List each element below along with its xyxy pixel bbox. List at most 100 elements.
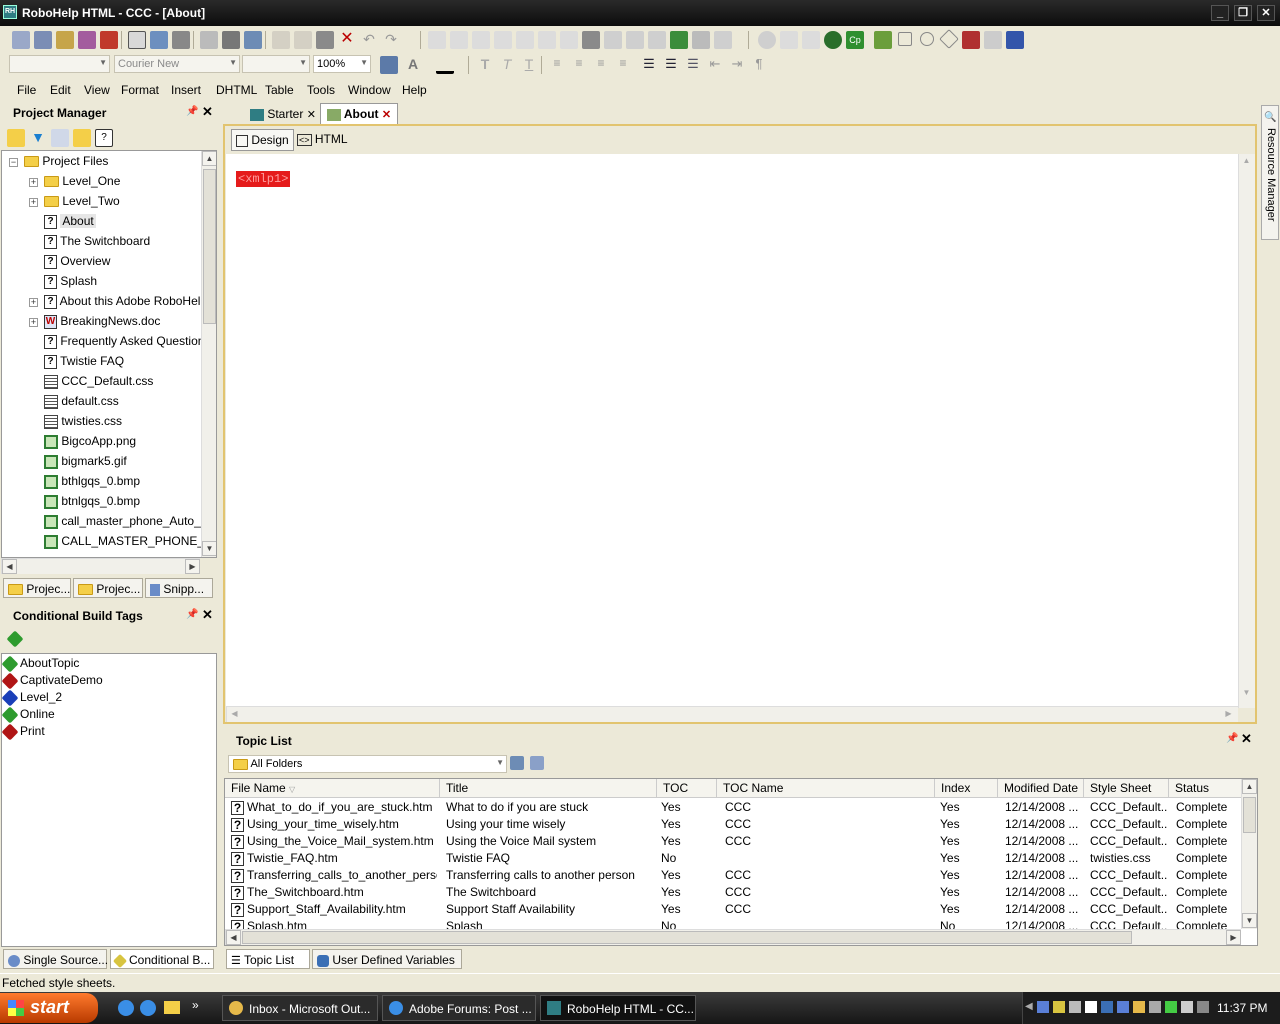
open-folder-icon[interactable] — [7, 129, 25, 147]
expand-icon[interactable]: + — [29, 198, 38, 207]
tree-item[interactable]: CALL_MASTER_PHONE_h... — [44, 532, 202, 552]
menu-window[interactable]: Window — [348, 83, 391, 97]
editor-horizontal-scrollbar[interactable]: ◀ ▶ — [226, 706, 1238, 722]
tray-monitor-icon[interactable] — [1181, 1001, 1193, 1013]
tree-item[interactable]: ? Overview — [44, 252, 110, 272]
html-view-tab[interactable]: <> HTML — [293, 129, 352, 151]
menu-format[interactable]: Format — [121, 83, 159, 97]
tree-item[interactable]: default.css — [44, 392, 119, 412]
tree-vertical-scrollbar[interactable]: ▲ ▼ — [201, 151, 216, 557]
new-folder-icon[interactable] — [450, 31, 468, 49]
tree-item[interactable]: ? Splash — [44, 272, 97, 292]
menu-file[interactable]: File — [17, 83, 36, 97]
browser-icon[interactable] — [140, 1000, 156, 1016]
polygon-tool-icon[interactable] — [939, 29, 959, 49]
compile-icon[interactable] — [56, 31, 74, 49]
italic-icon[interactable]: T — [498, 56, 516, 74]
table-row[interactable]: ? Using_your_time_wisely.htm Using your … — [225, 817, 1241, 834]
table-row[interactable]: ? What_to_do_if_you_are_stuck.htm What t… — [225, 800, 1241, 817]
ie-icon[interactable] — [118, 1000, 134, 1016]
tree-item[interactable]: ? About this Adobe RoboHelp — [44, 292, 207, 312]
increase-indent-icon[interactable]: ⇥ — [728, 56, 746, 74]
column-header-toc[interactable]: TOC — [657, 779, 717, 797]
properties-icon[interactable] — [244, 31, 262, 49]
link-icon[interactable] — [472, 31, 490, 49]
task-outlook[interactable]: Inbox - Microsoft Out... — [222, 995, 378, 1021]
tab-single-source[interactable]: Single Source... — [3, 949, 108, 969]
scroll-thumb[interactable] — [203, 169, 216, 324]
scroll-right-icon[interactable]: ▶ — [1221, 707, 1236, 722]
hotspot-icon[interactable] — [962, 31, 980, 49]
grid-icon[interactable] — [626, 31, 644, 49]
scroll-down-icon[interactable]: ▼ — [202, 541, 216, 556]
column-header-style-sheet[interactable]: Style Sheet — [1084, 779, 1169, 797]
tab-topic-list[interactable]: ☰ Topic List — [226, 949, 310, 969]
xml-tag-marker[interactable]: <xmlp1> — [236, 171, 291, 187]
robohelp-app-icon[interactable]: RH — [3, 5, 17, 19]
style-icon[interactable] — [380, 56, 398, 74]
column-header-index[interactable]: Index — [935, 779, 998, 797]
tree-horizontal-scrollbar[interactable]: ◀ ▶ — [1, 558, 200, 574]
circle-tool-icon[interactable] — [920, 32, 934, 46]
find-icon[interactable] — [222, 31, 240, 49]
delete-icon[interactable]: ✕ — [338, 31, 356, 49]
rectangle-tool-icon[interactable] — [898, 32, 912, 46]
spell-check-icon[interactable] — [150, 31, 168, 49]
expand-icon[interactable]: + — [29, 298, 38, 307]
new-folder-icon[interactable] — [73, 129, 91, 147]
menu-edit[interactable]: Edit — [50, 83, 71, 97]
font-color-icon[interactable]: A — [404, 56, 422, 74]
sort-icon[interactable] — [51, 129, 69, 147]
topic-list-vertical-scrollbar[interactable]: ▲ ▼ — [1241, 779, 1257, 929]
tree-item[interactable]: BigcoApp.png — [44, 432, 136, 452]
menu-view[interactable]: View — [84, 83, 110, 97]
new-topic-icon[interactable] — [428, 31, 446, 49]
bulleted-list-icon[interactable]: ☰ — [662, 56, 680, 74]
table-row[interactable]: ? Transferring_calls_to_another_person..… — [225, 868, 1241, 885]
scroll-up-icon[interactable]: ▲ — [1239, 154, 1254, 169]
tree-item[interactable]: Level_Two — [44, 192, 120, 212]
tray-usb-icon[interactable] — [1069, 1001, 1081, 1013]
scroll-down-icon[interactable]: ▼ — [1239, 686, 1254, 701]
quicklaunch-more-icon[interactable]: » — [192, 998, 199, 1012]
topic-filter-icon[interactable] — [530, 756, 544, 770]
close-panel-icon[interactable]: ✕ — [202, 607, 213, 623]
undo-icon[interactable]: ↶ — [360, 31, 378, 49]
design-canvas[interactable]: <xmlp1> — [226, 154, 1238, 708]
tree-item[interactable]: ? The Switchboard — [44, 232, 150, 252]
tag-item[interactable]: Online — [1, 706, 55, 724]
align-left-icon[interactable]: ≡ — [548, 56, 566, 74]
multimedia-icon[interactable] — [758, 31, 776, 49]
menu-dhtml[interactable]: DHTML — [216, 83, 257, 97]
format-painter-icon[interactable] — [200, 31, 218, 49]
scroll-down-icon[interactable]: ▼ — [1242, 913, 1257, 928]
font-select[interactable]: Courier New ▼ — [114, 55, 240, 73]
save-icon[interactable] — [12, 31, 30, 49]
numbered-list-icon[interactable]: ☰ — [640, 56, 658, 74]
scroll-up-icon[interactable]: ▲ — [202, 151, 216, 166]
start-button[interactable]: start — [0, 993, 98, 1023]
align-right-icon[interactable]: ≡ — [592, 56, 610, 74]
menu-table[interactable]: Table — [265, 83, 294, 97]
task-robohelp[interactable]: RoboHelp HTML - CC... — [540, 995, 696, 1021]
save-all-icon[interactable] — [34, 31, 52, 49]
tools-icon[interactable] — [582, 31, 600, 49]
properties-icon[interactable] — [510, 756, 524, 770]
collapse-icon[interactable]: − — [9, 158, 18, 167]
tray-volume-icon[interactable] — [1197, 1001, 1209, 1013]
tray-pen-icon[interactable] — [1149, 1001, 1161, 1013]
expand-icon[interactable]: + — [29, 318, 38, 327]
scroll-right-icon[interactable]: ▶ — [185, 559, 200, 574]
print-icon[interactable] — [172, 31, 190, 49]
copy-icon[interactable] — [294, 31, 312, 49]
image-map-icon[interactable] — [874, 31, 892, 49]
globe-icon[interactable] — [824, 31, 842, 49]
folder-filter-select[interactable]: All Folders ▼ — [228, 755, 507, 773]
close-panel-icon[interactable]: ✕ — [202, 104, 213, 120]
show-formatting-icon[interactable]: ¶ — [750, 56, 768, 74]
align-center-icon[interactable]: ≡ — [570, 56, 588, 74]
scroll-up-icon[interactable]: ▲ — [1242, 779, 1257, 794]
help-topic-icon[interactable] — [128, 31, 146, 49]
highlight-color-icon[interactable] — [436, 56, 454, 74]
comment-icon[interactable] — [780, 31, 798, 49]
